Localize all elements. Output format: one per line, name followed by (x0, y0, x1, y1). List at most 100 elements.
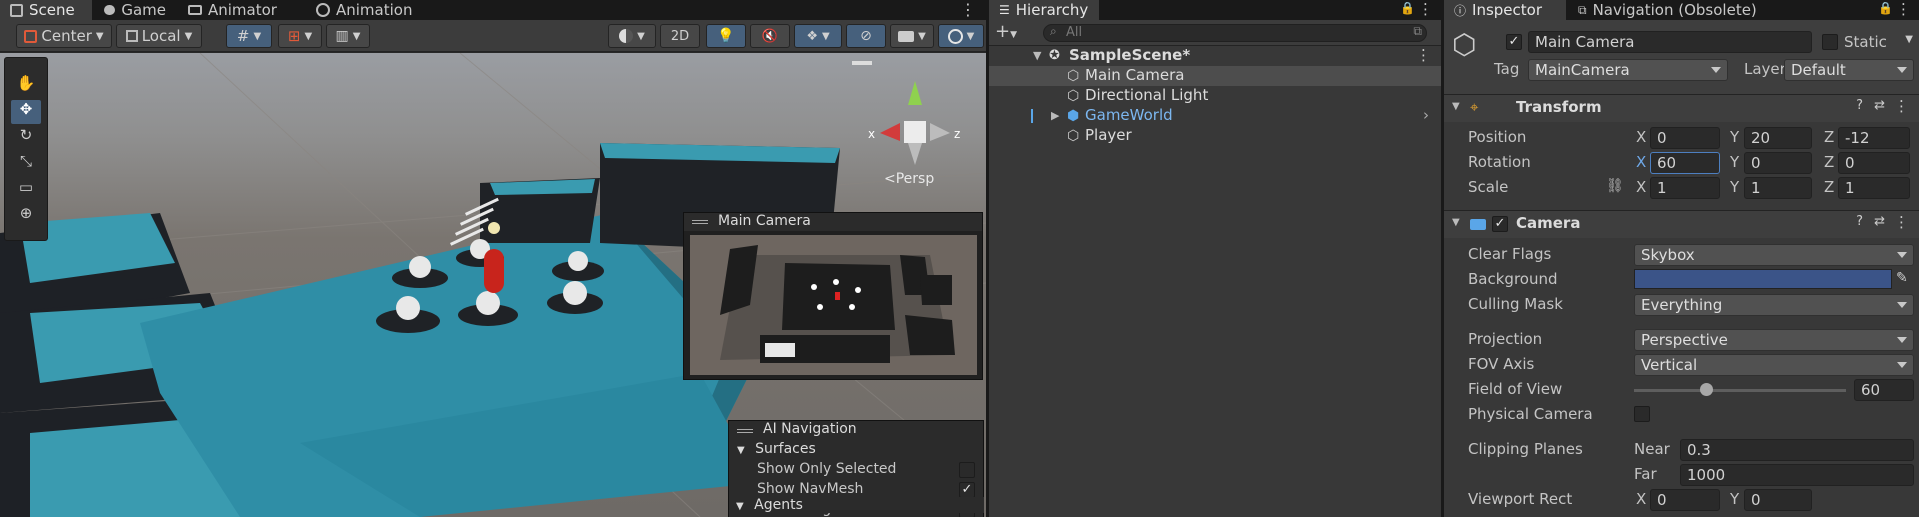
move-tool-icon[interactable]: ✥ (11, 100, 41, 124)
hierarchy-item-player[interactable]: ⬡ Player (989, 126, 1441, 146)
rotation-x-axis[interactable]: X (1636, 153, 1646, 171)
scene-row[interactable]: ▼ ✪ SampleScene* ⋮ (989, 46, 1441, 66)
orientation-gizmo[interactable]: x z (860, 73, 970, 183)
near-field[interactable]: 0.3 (1680, 439, 1914, 461)
hierarchy-search-input[interactable]: ⌕ All ⧉ (1043, 24, 1427, 42)
background-color-field[interactable] (1634, 269, 1892, 289)
audio-toggle[interactable]: 🔇 (750, 24, 790, 48)
surfaces-foldout[interactable]: ▼ Surfaces (737, 441, 816, 457)
tab-animator[interactable]: Animator (178, 0, 294, 20)
far-field[interactable]: 1000 (1680, 464, 1914, 486)
chevron-right-icon[interactable]: › (1423, 106, 1429, 124)
viewport-x-field[interactable]: 0 (1650, 489, 1720, 511)
draw-mode-button[interactable]: ▼ (608, 24, 656, 48)
lock-icon[interactable]: 🔒 (1878, 1, 1893, 15)
active-checkbox[interactable]: ✓ (1506, 34, 1522, 50)
projection-dropdown[interactable]: Perspective (1634, 329, 1914, 351)
rotation-x-field[interactable]: 60 (1650, 152, 1720, 174)
rotation-y-axis[interactable]: Y (1730, 153, 1739, 171)
triangle-right-icon[interactable]: ▶ (1051, 109, 1059, 122)
object-name-field[interactable]: Main Camera (1528, 31, 1812, 53)
space-dropdown[interactable]: Local ▼ (116, 24, 202, 48)
camera-settings-button[interactable]: ▼ (890, 24, 934, 48)
add-object-button[interactable]: +▼ (995, 21, 1017, 42)
scene-row-menu-icon[interactable]: ⋮ (1416, 46, 1431, 64)
rect-tool-icon[interactable]: ▭ (11, 178, 41, 202)
position-x-field[interactable]: 0 (1650, 127, 1720, 149)
agents-foldout[interactable]: ▼ Agents (736, 497, 984, 513)
camera-preview-overlay[interactable]: Main Camera (683, 212, 983, 380)
fov-value-field[interactable]: 60 (1854, 379, 1914, 401)
perspective-label[interactable]: <Persp (884, 171, 934, 187)
grid-snap-button[interactable]: # ▼ (226, 24, 272, 48)
position-y-axis[interactable]: Y (1730, 128, 1739, 146)
tab-scene[interactable]: Scene (0, 0, 92, 20)
eyedropper-icon[interactable]: ✎ (1896, 270, 1908, 286)
search-filter-icon[interactable]: ⧉ (1413, 24, 1422, 39)
tab-animation[interactable]: Animation (306, 0, 426, 20)
tab-navigation[interactable]: ⧉ Navigation (Obsolete) (1568, 0, 1788, 20)
scale-y-field[interactable]: 1 (1744, 177, 1812, 199)
help-icon[interactable]: ? (1856, 98, 1863, 113)
layer-dropdown[interactable]: Default (1784, 59, 1914, 81)
viewport-x-axis[interactable]: X (1636, 490, 1646, 508)
lock-icon[interactable]: 🔒 (1400, 1, 1415, 15)
hierarchy-item-gameworld[interactable]: ▶ ⬢ GameWorld › (989, 106, 1441, 126)
position-z-axis[interactable]: Z (1824, 128, 1834, 146)
hierarchy-item-directional-light[interactable]: ⬡ Directional Light (989, 86, 1441, 106)
pivot-dropdown[interactable]: Center ▼ (16, 24, 112, 48)
toggle-2d-button[interactable]: 2D (660, 24, 700, 48)
rotation-z-axis[interactable]: Z (1824, 153, 1834, 171)
scale-x-field[interactable]: 1 (1650, 177, 1720, 199)
inspector-more-menu-icon[interactable]: ⋮ (1896, 0, 1911, 18)
drag-handle-icon[interactable] (737, 429, 753, 433)
show-navmesh-checkbox[interactable]: ✓ (959, 482, 975, 498)
static-checkbox[interactable] (1822, 34, 1838, 50)
scene-viewport[interactable]: ✋ ✥ ↻ ⤡ ▭ ⊕ x z <Persp Main Camera AI Na… (0, 53, 986, 517)
rotation-y-field[interactable]: 0 (1744, 152, 1812, 174)
tab-game[interactable]: Game (94, 0, 176, 20)
static-dropdown-icon[interactable]: ▼ (1905, 34, 1913, 45)
tab-inspector[interactable]: ⓘ Inspector (1444, 0, 1566, 20)
gameobject-cube-large-icon[interactable]: ⬡ (1452, 28, 1476, 61)
align-button[interactable]: ▥ ▼ (326, 24, 370, 48)
preset-icon[interactable]: ⇄ (1874, 98, 1885, 113)
transform-header[interactable]: ▼ ⌖ Transform ? ⇄ ⋮ (1444, 94, 1919, 122)
fov-slider-track[interactable] (1634, 389, 1846, 392)
physical-camera-checkbox[interactable] (1634, 406, 1650, 422)
scale-z-field[interactable]: 1 (1838, 177, 1910, 199)
viewport-y-field[interactable]: 0 (1744, 489, 1812, 511)
clear-flags-dropdown[interactable]: Skybox (1634, 244, 1914, 266)
scale-y-axis[interactable]: Y (1730, 178, 1739, 196)
scene-more-menu-icon[interactable]: ⋮ (960, 0, 976, 19)
gizmo-drag-handle[interactable] (852, 61, 872, 65)
transform-tool-icon[interactable]: ⊕ (11, 204, 41, 228)
position-x-axis[interactable]: X (1636, 128, 1646, 146)
lighting-toggle[interactable]: 💡 (706, 24, 746, 48)
hierarchy-item-main-camera[interactable]: ⬡ Main Camera (989, 66, 1441, 86)
component-menu-icon[interactable]: ⋮ (1894, 97, 1909, 115)
gizmos-button[interactable]: ▼ (938, 24, 984, 48)
preset-icon[interactable]: ⇄ (1874, 214, 1885, 229)
fov-axis-dropdown[interactable]: Vertical (1634, 354, 1914, 376)
scene-visibility-toggle[interactable]: ⊘ (846, 24, 886, 48)
show-only-selected-checkbox[interactable] (959, 462, 975, 478)
hand-tool-icon[interactable]: ✋ (11, 74, 41, 98)
rotate-tool-icon[interactable]: ↻ (11, 126, 41, 150)
tab-hierarchy[interactable]: ☰ Hierarchy (989, 0, 1099, 20)
position-y-field[interactable]: 20 (1744, 127, 1812, 149)
scale-x-axis[interactable]: X (1636, 178, 1646, 196)
viewport-y-axis[interactable]: Y (1730, 490, 1739, 508)
fov-slider-thumb[interactable] (1700, 383, 1713, 396)
culling-mask-dropdown[interactable]: Everything (1634, 294, 1914, 316)
camera-enabled-checkbox[interactable]: ✓ (1492, 216, 1508, 232)
effects-toggle[interactable]: ❖ ▼ (794, 24, 842, 48)
increment-snap-button[interactable]: ⊞ ▼ (278, 24, 322, 48)
help-icon[interactable]: ? (1856, 214, 1863, 229)
tag-dropdown[interactable]: MainCamera (1528, 59, 1728, 81)
camera-header[interactable]: ▼ ✓ Camera ? ⇄ ⋮ (1444, 210, 1919, 238)
rotation-z-field[interactable]: 0 (1838, 152, 1910, 174)
constrain-proportions-icon[interactable]: ⛓ (1606, 178, 1624, 194)
drag-handle-icon[interactable] (692, 220, 708, 224)
scale-z-axis[interactable]: Z (1824, 178, 1834, 196)
